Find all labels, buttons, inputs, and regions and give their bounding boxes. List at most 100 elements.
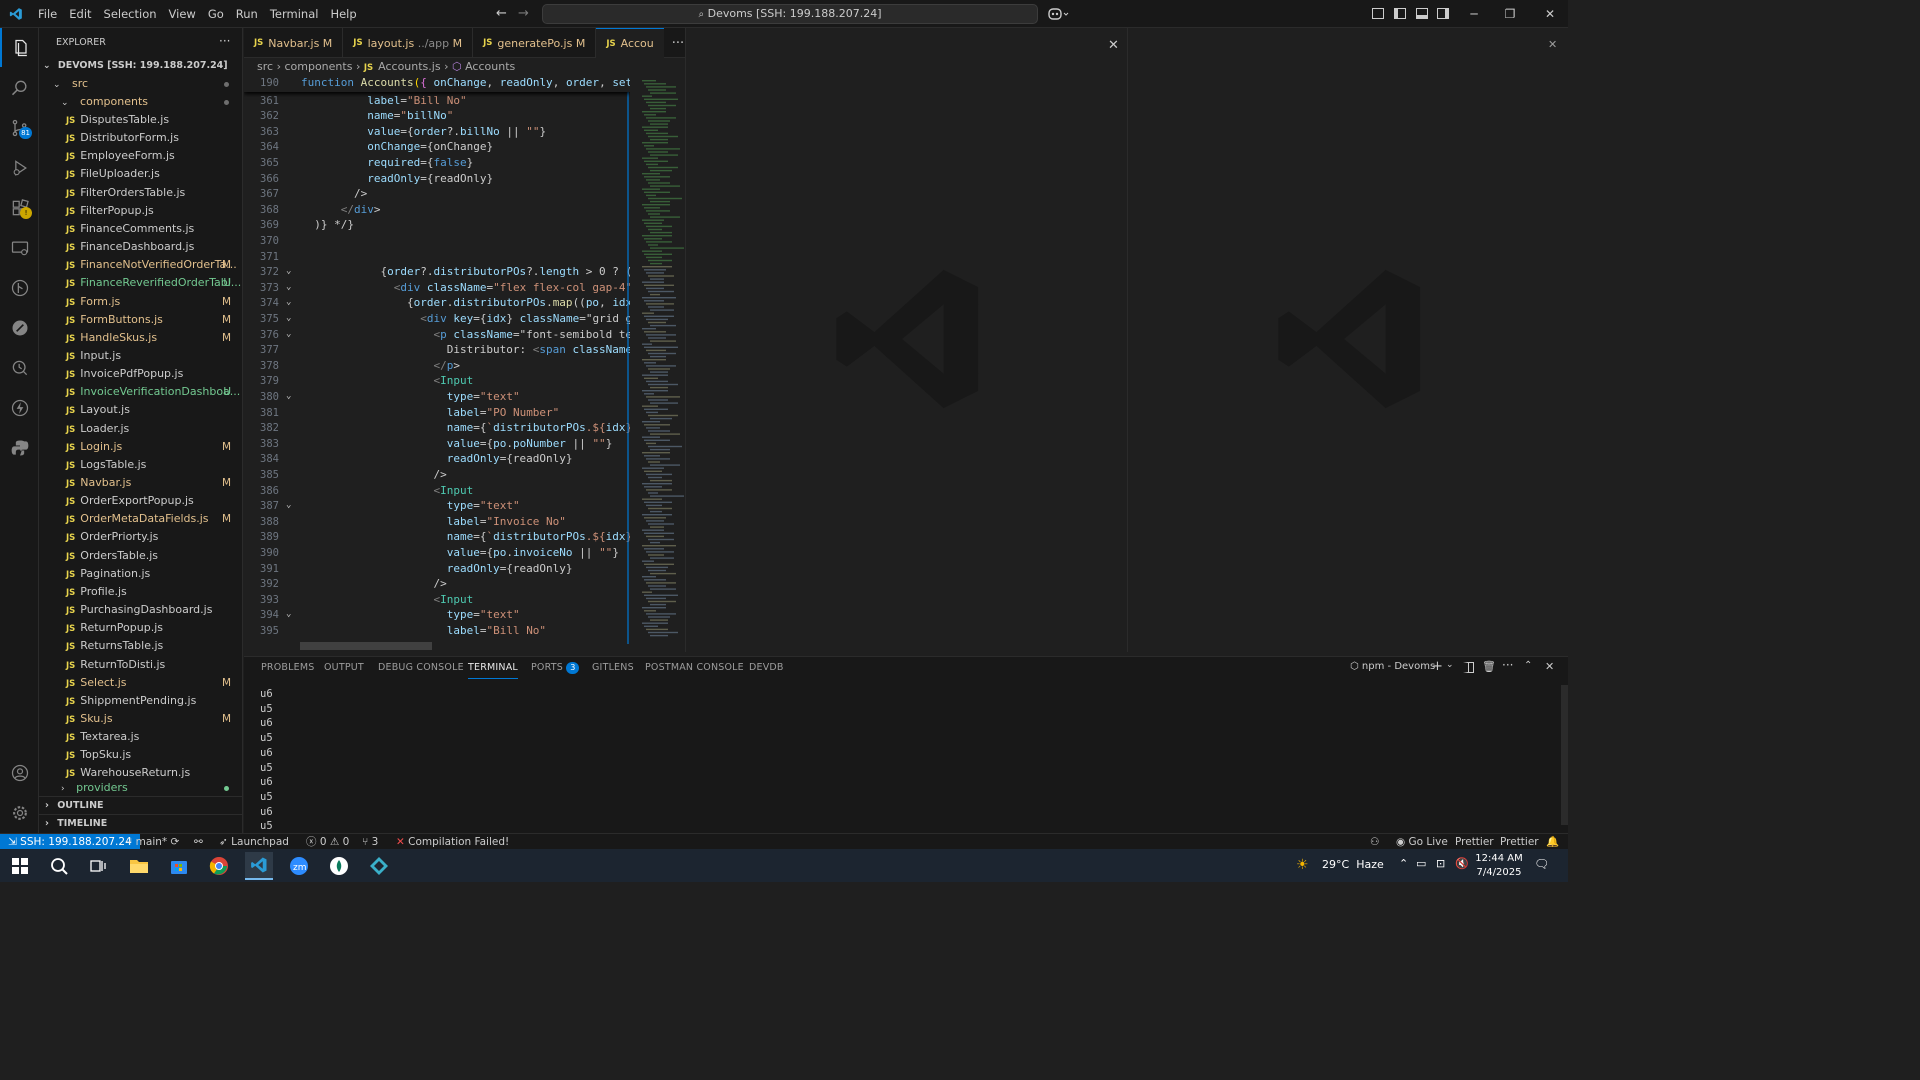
extensions-icon[interactable]: ! [0,188,39,227]
copilot-icon[interactable] [1048,7,1070,21]
prettier-status-2[interactable]: Prettier [1500,834,1539,850]
file-item[interactable]: JS ShippmentPending.js [39,692,243,710]
menu-view[interactable]: View [163,0,202,28]
close-panel-icon[interactable]: ✕ [1545,660,1554,673]
explorer-icon[interactable] [0,28,39,67]
terminal-selector[interactable]: ⬡ npm - Devoms [1350,661,1435,672]
run-debug-icon[interactable] [0,148,39,187]
manage-gear-icon[interactable] [0,793,39,832]
back-arrow-icon[interactable]: ← [496,6,507,21]
file-item[interactable]: JS FilterOrdersTable.js [39,184,243,202]
menu-run[interactable]: Run [230,0,264,28]
weather-icon[interactable]: ☀ [1296,857,1309,873]
tab-problems[interactable]: PROBLEMS [261,657,314,679]
sticky-scroll[interactable]: 190 function Accounts({ onChange, readOn… [244,76,630,92]
file-item[interactable]: JS DisputesTable.js [39,111,243,129]
folder-src[interactable]: ⌄ src [39,75,243,93]
menu-file[interactable]: File [32,0,63,28]
file-item[interactable]: JS Loader.js [39,420,243,438]
tab-terminal[interactable]: TERMINAL [468,657,518,679]
notifications-bell-icon[interactable]: 🔔 [1546,834,1559,850]
tab-navbar[interactable]: JS Navbar.js M [244,28,344,58]
close-group-icon[interactable]: ✕ [1548,38,1557,51]
postman-icon[interactable] [0,308,39,347]
notification-center-icon[interactable]: 🗨 [1534,857,1549,871]
file-item[interactable]: JS Select.js M [39,674,243,692]
file-item[interactable]: JS TopSku.js [39,746,243,764]
zoom-icon[interactable]: zm [285,852,313,880]
file-item[interactable]: JS Pagination.js [39,565,243,583]
compile-status[interactable]: ✕ Compilation Failed! [396,834,509,850]
tab-output[interactable]: OUTPUT [324,657,364,679]
toggle-primary-sidebar-icon[interactable] [1394,8,1406,19]
file-item[interactable]: JS FilterPopup.js [39,202,243,220]
file-item[interactable]: JS PurchasingDashboard.js [39,601,243,619]
file-item[interactable]: JS FinanceNotVerifiedOrderTa... M [39,256,243,274]
file-item[interactable]: JS Textarea.js [39,728,243,746]
trash-icon[interactable]: 🗑 [1482,660,1496,673]
file-item[interactable]: JS OrderMetaDataFields.js M [39,510,243,528]
folder-providers[interactable]: › providers [39,779,243,797]
file-item[interactable]: JS Login.js M [39,438,243,456]
menu-selection[interactable]: Selection [98,0,163,28]
tab-devdb[interactable]: DEVDB [749,657,784,679]
fold-chevron-icon[interactable]: ⌄ [286,266,291,276]
menu-go[interactable]: Go [202,0,230,28]
menu-help[interactable]: Help [324,0,362,28]
file-item[interactable]: JS InvoiceVerificationDashboa... U [39,383,243,401]
remote-indicator[interactable]: ⇲ SSH: 199.188.207.24 [0,834,140,850]
fold-chevron-icon[interactable]: ⌄ [286,391,291,401]
fold-chevron-icon[interactable]: ⌄ [286,329,291,339]
more-actions-icon[interactable]: ··· [1502,658,1513,672]
file-item[interactable]: JS OrdersTable.js [39,547,243,565]
fold-chevron-icon[interactable]: ⌄ [286,297,291,307]
timeline-view-icon[interactable] [0,348,39,387]
file-item[interactable]: JS ReturnsTable.js [39,637,243,655]
file-item[interactable]: JS FinanceReverifiedOrderTabl... U [39,274,243,292]
file-item[interactable]: JS LogsTable.js [39,456,243,474]
toggle-secondary-sidebar-icon[interactable] [1437,8,1449,19]
file-item[interactable]: JS OrderPriorty.js [39,528,243,546]
file-item[interactable]: JS ReturnPopup.js [39,619,243,637]
breadcrumb-symbol[interactable]: Accounts [465,60,515,73]
file-item[interactable]: JS Layout.js [39,401,243,419]
chrome-icon[interactable] [205,852,233,880]
tray-chevron-up-icon[interactable]: ⌃ [1399,857,1408,870]
breadcrumb-file[interactable]: Accounts.js [378,60,440,73]
git-branch[interactable]: ⑂ main* ⟳ [126,834,179,850]
file-item[interactable]: JS Form.js M [39,293,243,311]
network-icon[interactable]: ⊡ [1436,857,1445,870]
app-circle-icon[interactable] [325,852,353,880]
file-item[interactable]: JS EmployeeForm.js [39,147,243,165]
timeline-section[interactable]: › TIMELINE [39,814,243,832]
file-item[interactable]: JS Navbar.js M [39,474,243,492]
tab-postman-console[interactable]: POSTMAN CONSOLE [645,657,744,679]
battery-icon[interactable]: ▭ [1416,857,1426,870]
file-item[interactable]: JS Profile.js [39,583,243,601]
go-live[interactable]: ◉ Go Live [1396,834,1448,850]
file-item[interactable]: JS FileUploader.js [39,165,243,183]
fold-chevron-icon[interactable]: ⌄ [286,609,291,619]
tab-debug-console[interactable]: DEBUG CONSOLE [378,657,464,679]
close-window-button[interactable]: ✕ [1532,0,1568,28]
search-icon[interactable] [0,68,39,107]
file-explorer-icon[interactable] [125,852,153,880]
file-item[interactable]: JS HandleSkus.js M [39,329,243,347]
problems-indicator[interactable]: ⓧ 0 ⚠ 0 [306,834,349,850]
fold-chevron-icon[interactable]: ⌄ [286,313,291,323]
menu-terminal[interactable]: Terminal [264,0,325,28]
fold-chevron-icon[interactable]: ⌄ [286,282,291,292]
horizontal-scrollbar[interactable] [300,642,432,650]
thunder-client-icon[interactable] [0,388,39,427]
tab-accounts[interactable]: JS Accou [596,28,664,58]
task-view-icon[interactable] [84,852,112,880]
toggle-panel-icon[interactable] [1416,8,1428,19]
tab-generatepo[interactable]: JS generatePo.js M [473,28,597,58]
file-item[interactable]: JS Input.js [39,347,243,365]
command-center-search[interactable]: ⌕ Devoms [SSH: 199.188.207.24] [542,4,1038,24]
launchpad[interactable]: ➶ Launchpad [219,834,289,850]
minimize-button[interactable]: ─ [1456,0,1492,28]
close-editor-group-icon[interactable]: ✕ [1108,38,1119,53]
gitlens-icon[interactable] [0,268,39,307]
split-terminal-icon[interactable] [1463,662,1474,673]
